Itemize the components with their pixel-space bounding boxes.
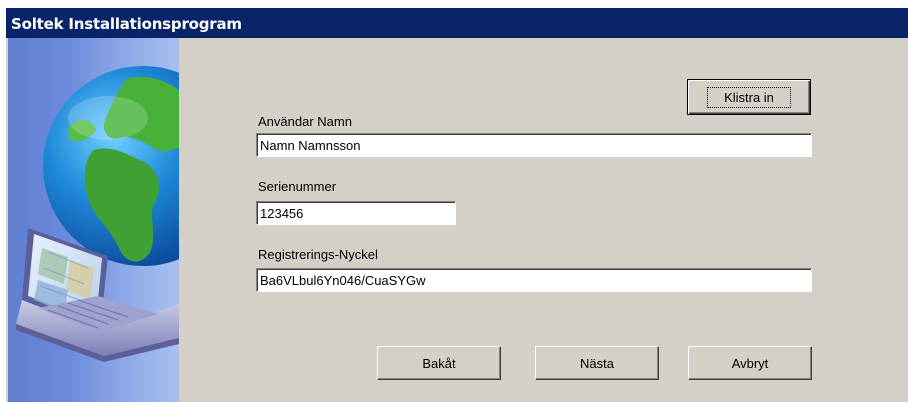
cancel-button-label: Avbryt xyxy=(731,355,769,371)
title-bar[interactable]: Soltek Installationsprogram xyxy=(6,8,908,38)
form-area: Klistra in Användar Namn Serienummer Reg… xyxy=(179,38,908,402)
cancel-button[interactable]: Avbryt xyxy=(688,346,812,380)
next-button[interactable]: Nästa xyxy=(535,346,659,380)
serial-field[interactable] xyxy=(256,201,456,225)
username-field[interactable] xyxy=(256,133,812,157)
username-label: Användar Namn xyxy=(258,114,352,129)
paste-button[interactable]: Klistra in xyxy=(687,79,811,115)
back-button-label: Bakåt xyxy=(422,355,456,371)
regkey-label: Registrerings-Nyckel xyxy=(258,247,378,262)
window-title: Soltek Installationsprogram xyxy=(11,15,242,33)
globe-laptop-icon xyxy=(16,66,179,362)
installer-window: Soltek Installationsprogram Klistra in A… xyxy=(6,8,908,402)
serial-label: Serienummer xyxy=(258,179,337,194)
next-button-label: Nästa xyxy=(580,355,614,371)
regkey-field[interactable] xyxy=(256,268,812,292)
back-button[interactable]: Bakåt xyxy=(377,346,501,380)
paste-button-label: Klistra in xyxy=(707,86,791,108)
side-banner xyxy=(8,38,179,402)
